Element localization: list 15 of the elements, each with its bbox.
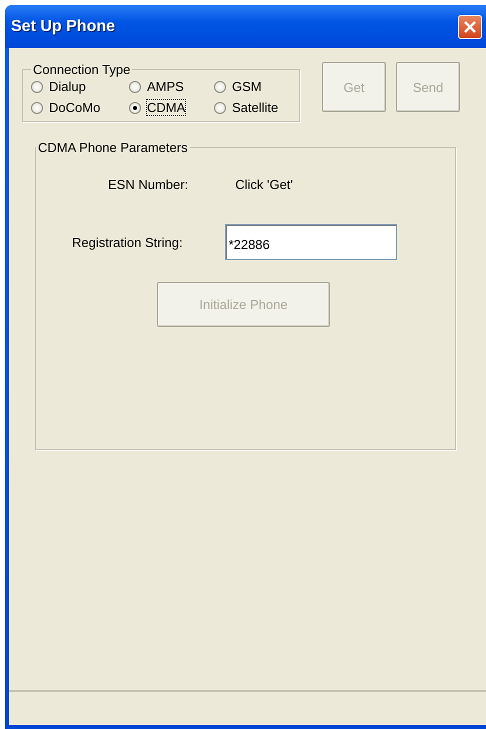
close-icon (463, 20, 477, 34)
radio-option[interactable]: Satellite (214, 100, 299, 115)
registration-field[interactable]: *22886 (224, 224, 397, 260)
registration-label: Registration String: (72, 234, 183, 250)
radio-option[interactable]: DoCoMo (31, 100, 122, 115)
radio-option[interactable]: Dialup (31, 79, 122, 94)
group-label: Connection Type (32, 62, 132, 77)
group-label: CDMA Phone Parameters (37, 140, 189, 155)
esn-value: Click 'Get' (235, 177, 293, 192)
radio-option[interactable]: GSM (214, 79, 299, 94)
esn-label: ESN Number: (108, 177, 188, 192)
close-button[interactable] (458, 14, 482, 38)
window-title: Set Up Phone (11, 18, 116, 36)
radio-option[interactable]: AMPS (129, 79, 206, 94)
radio-option[interactable]: CDMA (129, 100, 206, 115)
